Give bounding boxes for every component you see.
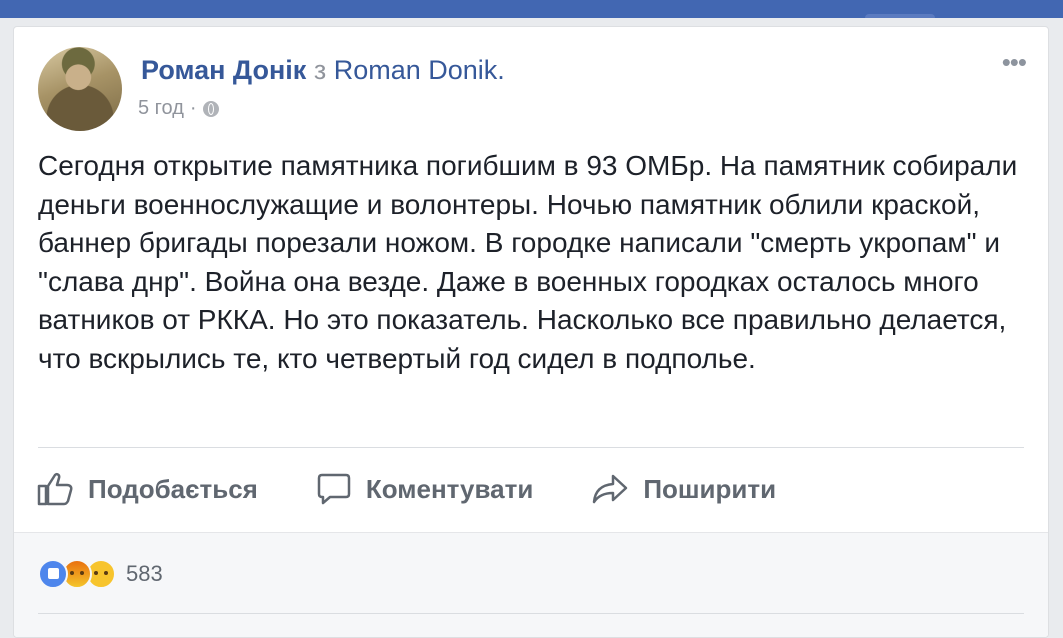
author-page-link[interactable]: Roman Donik. [334, 55, 505, 85]
post-text: Сегодня открытие памятника погибшим в 93… [38, 150, 1018, 374]
actions-divider [38, 447, 1024, 448]
comments-divider [38, 613, 1024, 614]
author-name-link[interactable]: Роман Донік [141, 55, 306, 85]
like-button[interactable]: Подобається [36, 471, 258, 507]
post-meta: 5 год · [138, 97, 219, 120]
reaction-count[interactable]: 583 [126, 561, 163, 587]
author-via-text: з [313, 55, 327, 85]
reactions-footer [14, 533, 1048, 637]
avatar[interactable] [38, 47, 122, 131]
comment-button[interactable]: Коментувати [316, 472, 533, 506]
nav-tab-edge [865, 14, 935, 18]
post-card: Роман Донік з Roman Donik. 5 год · ••• С… [13, 26, 1049, 638]
comment-label: Коментувати [365, 473, 534, 504]
like-label: Подобається [88, 473, 258, 504]
comment-icon [317, 473, 351, 505]
like-reaction-icon [38, 559, 68, 589]
post-header: Роман Донік з Roman Donik. [141, 55, 505, 86]
thumbs-up-icon [37, 472, 73, 506]
post-timestamp[interactable]: 5 год [138, 97, 184, 120]
post-actions: Подобається Коментувати Поширити [36, 467, 834, 511]
top-navigation-bar [0, 0, 1063, 18]
share-button[interactable]: Поширити [591, 473, 776, 505]
reactions-summary[interactable]: 583 [38, 559, 163, 589]
share-arrow-icon [593, 474, 628, 504]
meta-separator: · [189, 97, 197, 119]
share-label: Поширити [643, 473, 777, 504]
more-options-icon[interactable]: ••• [1002, 49, 1027, 75]
globe-icon[interactable] [202, 100, 219, 117]
